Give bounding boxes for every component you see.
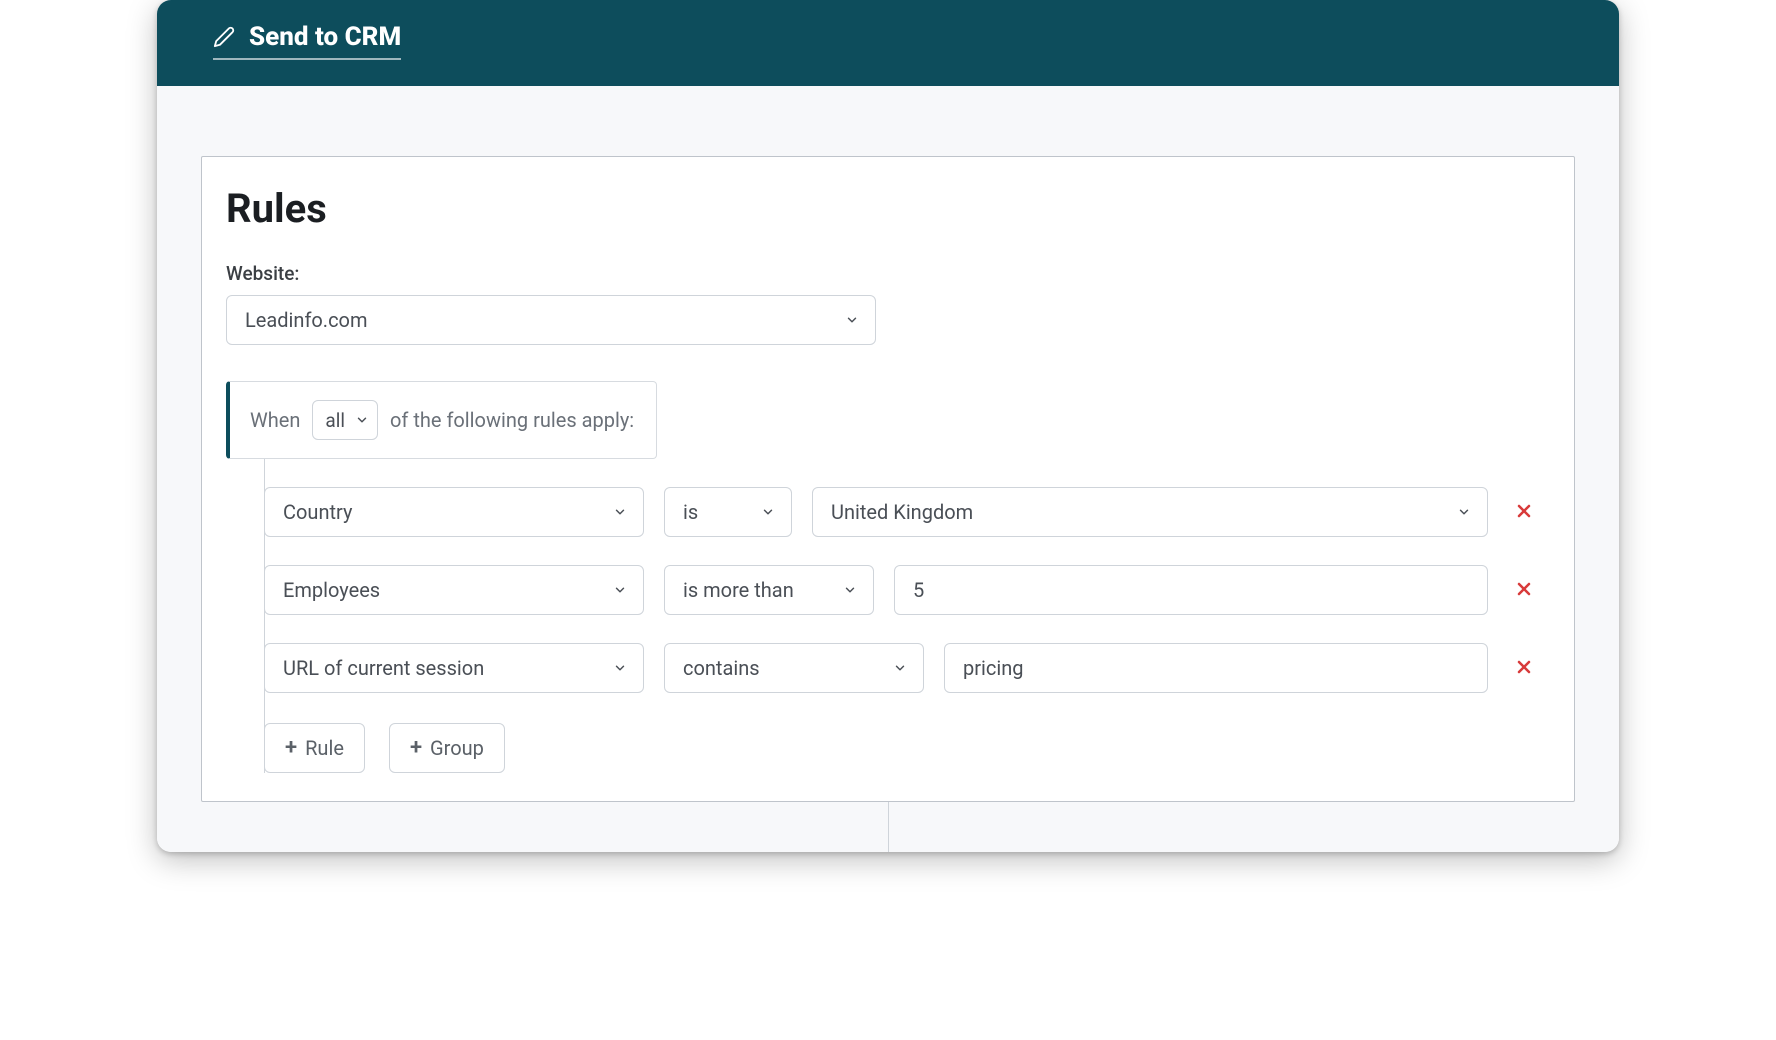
rule-row: URL of current session contains [264, 629, 1550, 707]
header-title-wrap[interactable]: Send to CRM [213, 22, 401, 60]
rule-field-value: URL of current session [283, 656, 484, 680]
content-area: Rules Website: Leadinfo.com When all of … [157, 86, 1619, 852]
rule-field-value: Employees [283, 578, 380, 602]
rule-operator-select[interactable]: is [664, 487, 792, 537]
add-buttons-row: + Rule + Group [264, 707, 1550, 773]
chevron-down-icon [613, 661, 627, 675]
when-prefix: When [250, 408, 300, 432]
rule-value-select[interactable]: United Kingdom [812, 487, 1488, 537]
add-group-label: Group [430, 736, 484, 760]
remove-rule-button[interactable] [1508, 573, 1540, 608]
rule-operator-select[interactable]: contains [664, 643, 924, 693]
rule-value-input[interactable] [894, 565, 1488, 615]
rule-value: United Kingdom [831, 500, 973, 524]
chevron-down-icon [761, 505, 775, 519]
rule-field-select[interactable]: Employees [264, 565, 644, 615]
close-icon [1514, 657, 1534, 680]
pencil-icon [213, 26, 235, 48]
add-rule-label: Rule [305, 736, 344, 760]
rule-field-select[interactable]: URL of current session [264, 643, 644, 693]
rules-tree: Country is United Kingdom [226, 459, 1550, 773]
rule-operator-value: is [683, 500, 698, 524]
plus-icon: + [285, 737, 297, 759]
website-select[interactable]: Leadinfo.com [226, 295, 876, 345]
rule-operator-select[interactable]: is more than [664, 565, 874, 615]
chevron-down-icon [893, 661, 907, 675]
rule-operator-value: contains [683, 656, 760, 680]
center-divider-line [888, 802, 889, 852]
app-window: Send to CRM Rules Website: Leadinfo.com … [157, 0, 1619, 852]
add-rule-button[interactable]: + Rule [264, 723, 365, 773]
rule-operator-value: is more than [683, 578, 794, 602]
rule-value-input[interactable] [944, 643, 1488, 693]
when-condition-box: When all of the following rules apply: [226, 381, 657, 459]
chevron-down-icon [845, 313, 859, 327]
bottom-stub [201, 802, 1575, 852]
remove-rule-button[interactable] [1508, 495, 1540, 530]
chevron-down-icon [843, 583, 857, 597]
rules-heading: Rules [226, 185, 1550, 232]
page-title: Send to CRM [249, 22, 401, 52]
add-group-button[interactable]: + Group [389, 723, 505, 773]
chevron-down-icon [355, 413, 369, 427]
rules-card: Rules Website: Leadinfo.com When all of … [201, 156, 1575, 802]
close-icon [1514, 579, 1534, 602]
rule-row: Employees is more than [264, 551, 1550, 629]
when-suffix: of the following rules apply: [390, 408, 634, 432]
remove-rule-button[interactable] [1508, 651, 1540, 686]
chevron-down-icon [613, 583, 627, 597]
chevron-down-icon [613, 505, 627, 519]
rule-field-select[interactable]: Country [264, 487, 644, 537]
close-icon [1514, 501, 1534, 524]
match-mode-select[interactable]: all [312, 400, 378, 440]
plus-icon: + [410, 737, 422, 759]
rule-row: Country is United Kingdom [264, 459, 1550, 551]
match-mode-value: all [325, 409, 345, 432]
website-value: Leadinfo.com [245, 308, 368, 332]
header-bar: Send to CRM [157, 0, 1619, 86]
rule-field-value: Country [283, 500, 352, 524]
chevron-down-icon [1457, 505, 1471, 519]
website-label: Website: [226, 262, 1550, 285]
